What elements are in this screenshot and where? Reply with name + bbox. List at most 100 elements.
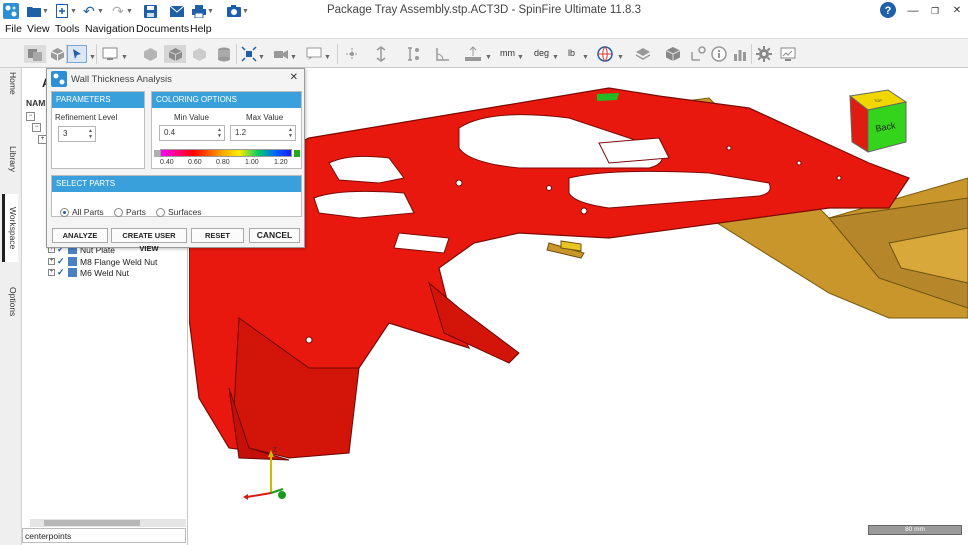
search-input[interactable] (22, 528, 186, 543)
new-document-icon[interactable] (54, 3, 70, 19)
pointer-select-icon[interactable] (67, 45, 87, 63)
measure-angle-icon[interactable] (434, 45, 452, 63)
tree-item[interactable]: + ✓ M6 Weld Nut (48, 267, 129, 278)
explode-icon[interactable] (240, 45, 258, 63)
select-parts-icon[interactable] (24, 45, 46, 63)
tab-options[interactable]: Options (2, 282, 18, 322)
expand-icon[interactable]: + (48, 258, 55, 265)
settings-gear-icon[interactable] (755, 45, 773, 63)
green-patch (597, 93, 619, 101)
radio-all-parts[interactable]: All Parts (60, 207, 104, 217)
scale-bar: 80 mm (868, 525, 962, 535)
measure-point-icon[interactable] (343, 45, 361, 63)
spinner-arrows-icon[interactable]: ▲ ▼ (288, 127, 293, 139)
radio-parts[interactable]: Parts (114, 207, 146, 217)
menu-tools[interactable]: Tools (55, 23, 80, 35)
restore-button[interactable]: ❐ (926, 2, 944, 20)
horizontal-scrollbar[interactable] (30, 519, 186, 527)
spinner-arrows-icon[interactable]: ▲ ▼ (217, 127, 222, 139)
layers-icon[interactable] (634, 45, 652, 63)
close-button[interactable]: ✕ (948, 2, 966, 20)
shaded-cube-icon[interactable] (164, 45, 186, 63)
expand-icon[interactable]: + (48, 269, 55, 276)
minimize-button[interactable]: — (904, 2, 922, 20)
tab-workspace[interactable]: Workspace (2, 194, 18, 262)
angle-unit-label[interactable]: deg (534, 48, 549, 58)
radio-unselected-icon[interactable] (114, 207, 123, 217)
mass-unit-dropdown-icon[interactable]: ▼ (582, 54, 589, 61)
open-dropdown-icon[interactable]: ▼ (42, 8, 49, 15)
markup-dropdown-icon[interactable]: ▼ (324, 54, 331, 61)
camera-view-icon[interactable] (272, 45, 290, 63)
menu-navigation[interactable]: Navigation (85, 23, 135, 35)
cancel-button[interactable]: CANCEL (249, 228, 300, 243)
section-plane-icon[interactable] (464, 45, 482, 63)
wall-thickness-tool-icon[interactable] (689, 45, 707, 63)
tree-expand-icon[interactable]: − (32, 123, 41, 132)
save-icon[interactable] (142, 3, 158, 19)
help-icon[interactable]: ? (879, 2, 897, 20)
radio-label: Surfaces (168, 207, 202, 217)
tab-home[interactable]: Home (2, 68, 18, 98)
refinement-level-input[interactable]: 3 ▲ ▼ (58, 126, 96, 142)
cylinder-icon[interactable] (215, 45, 233, 63)
tree-item[interactable]: + ✓ M8 Flange Weld Nut (48, 256, 157, 267)
camera-icon[interactable] (226, 3, 242, 19)
reset-button[interactable]: RESET (191, 228, 244, 243)
max-value-input[interactable]: 1.2 ▲ ▼ (230, 125, 296, 141)
view-cube[interactable]: Back TOP (848, 88, 908, 158)
transparency-icon[interactable] (190, 45, 208, 63)
scrollbar-thumb[interactable] (44, 520, 140, 526)
tab-library[interactable]: Library (2, 142, 18, 176)
camera-view-dropdown-icon[interactable]: ▼ (290, 54, 297, 61)
3d-viewport[interactable]: Back TOP Z 80 mm (189, 68, 968, 543)
print-dropdown-icon[interactable]: ▼ (207, 8, 214, 15)
menu-help[interactable]: Help (190, 23, 212, 35)
menu-documents[interactable]: Documents (136, 23, 189, 35)
shading-icon[interactable] (141, 45, 159, 63)
menu-file[interactable]: File (5, 23, 22, 35)
monitor-chart-icon[interactable] (779, 45, 797, 63)
checkbox-checked-icon[interactable]: ✓ (57, 257, 66, 266)
menu-view[interactable]: View (27, 23, 50, 35)
globe-icon[interactable] (596, 45, 614, 63)
dialog-close-button[interactable]: ✕ (290, 72, 298, 83)
tree-expand-icon[interactable]: − (26, 112, 35, 121)
undo-icon[interactable]: ↶ (81, 3, 97, 19)
measure-distance-icon[interactable] (372, 45, 390, 63)
redo-dropdown-icon[interactable]: ▼ (126, 8, 133, 15)
analyze-button[interactable]: ANALYZE (52, 228, 108, 243)
pointer-dropdown-icon[interactable]: ▼ (89, 54, 96, 61)
angle-unit-dropdown-icon[interactable]: ▼ (552, 54, 559, 61)
info-icon[interactable] (710, 45, 728, 63)
app-logo-icon[interactable] (3, 3, 19, 19)
length-unit-dropdown-icon[interactable]: ▼ (517, 54, 524, 61)
email-icon[interactable] (169, 3, 185, 19)
markup-icon[interactable] (305, 45, 323, 63)
radio-unselected-icon[interactable] (156, 207, 165, 217)
create-user-view-button[interactable]: CREATE USER VIEW (111, 228, 187, 253)
undo-dropdown-icon[interactable]: ▼ (97, 8, 104, 15)
radio-surfaces[interactable]: Surfaces (156, 207, 202, 217)
explode-dropdown-icon[interactable]: ▼ (258, 54, 265, 61)
measure-height-icon[interactable] (405, 45, 423, 63)
display-dropdown-icon[interactable]: ▼ (121, 54, 128, 61)
print-icon[interactable] (191, 3, 207, 19)
analysis-icon[interactable] (731, 45, 749, 63)
globe-dropdown-icon[interactable]: ▼ (617, 54, 624, 61)
section-dropdown-icon[interactable]: ▼ (485, 54, 492, 61)
length-unit-label[interactable]: mm (500, 48, 515, 58)
new-dropdown-icon[interactable]: ▼ (70, 8, 77, 15)
box-icon[interactable] (664, 45, 682, 63)
camera-dropdown-icon[interactable]: ▼ (242, 8, 249, 15)
spinner-arrows-icon[interactable]: ▲ ▼ (88, 128, 93, 140)
min-value-input[interactable]: 0.4 ▲ ▼ (159, 125, 225, 141)
display-mode-icon[interactable] (101, 45, 119, 63)
mass-unit-label[interactable]: lb (568, 48, 575, 58)
radio-selected-icon[interactable] (60, 207, 69, 217)
open-folder-icon[interactable] (26, 3, 42, 19)
redo-icon[interactable]: ↷ (110, 3, 126, 19)
checkbox-checked-icon[interactable]: ✓ (57, 268, 66, 277)
cube-icon[interactable] (48, 45, 66, 63)
above-range-swatch[interactable] (294, 150, 300, 157)
